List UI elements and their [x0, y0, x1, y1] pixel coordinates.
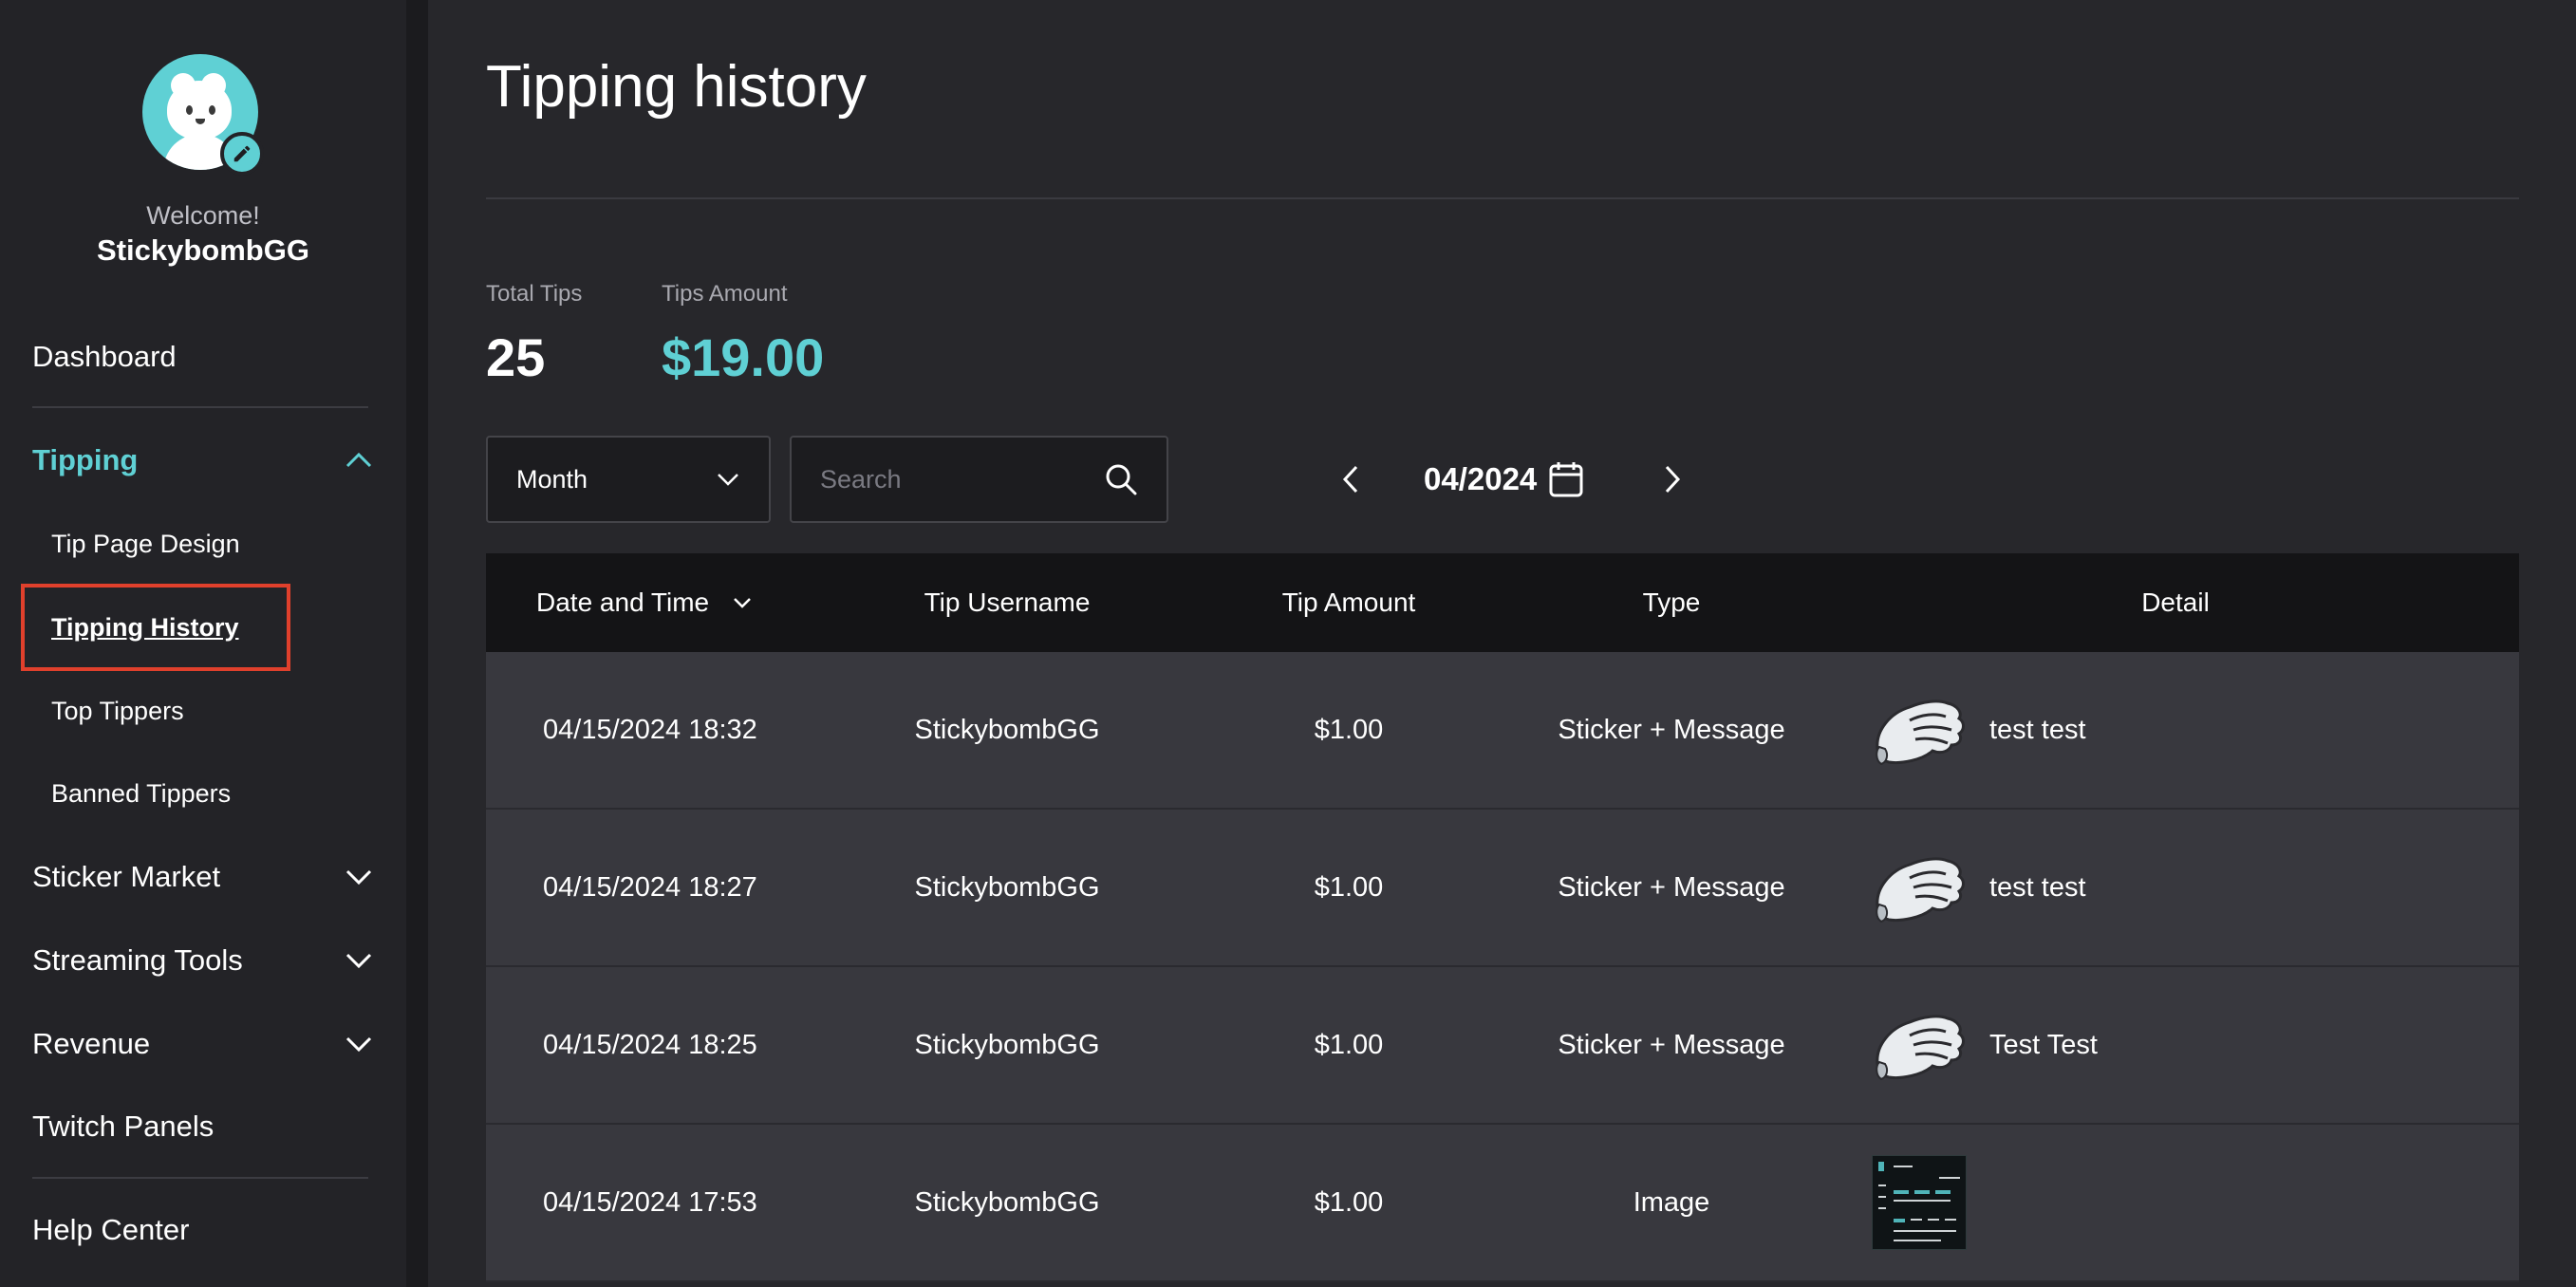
chevron-down-icon	[718, 474, 738, 486]
glove-sticker-icon[interactable]	[1872, 849, 1970, 925]
nav-dashboard[interactable]: Dashboard	[32, 333, 374, 381]
cell-detail-message: test test	[1989, 871, 2086, 903]
period-select[interactable]: Month	[486, 436, 771, 523]
cell-type: Image	[1633, 1186, 1710, 1218]
cell-detail	[1872, 1125, 1967, 1280]
nav-streaming-tools[interactable]: Streaming Tools	[32, 937, 374, 984]
cell-username: StickybombGG	[914, 714, 1100, 745]
calendar-icon[interactable]	[1548, 460, 1584, 498]
glove-sticker-icon[interactable]	[1872, 692, 1970, 768]
cell-datetime: 04/15/2024 17:53	[543, 1186, 757, 1218]
column-tip-username: Tip Username	[924, 588, 1091, 617]
sidebar: Welcome! StickybombGG Dashboard Tipping …	[0, 0, 406, 1287]
nav-banned-tippers[interactable]: Banned Tippers	[51, 773, 231, 814]
cell-type: Sticker + Message	[1558, 714, 1785, 745]
nav-streaming-tools-label: Streaming Tools	[32, 943, 243, 977]
edit-icon	[233, 145, 251, 162]
username: StickybombGG	[97, 233, 309, 267]
nav-help-center[interactable]: Help Center	[32, 1206, 374, 1254]
chevron-up-icon	[345, 452, 372, 468]
cell-datetime: 04/15/2024 18:27	[543, 871, 757, 903]
nav-tipping-history[interactable]: Tipping History	[51, 606, 239, 648]
cell-detail: Test Test	[1872, 967, 2098, 1123]
nav-twitch-panels-label: Twitch Panels	[32, 1110, 215, 1143]
search-field	[790, 436, 1168, 523]
cell-username: StickybombGG	[914, 1029, 1100, 1060]
search-input[interactable]	[820, 464, 1067, 494]
chevron-right-icon[interactable]	[1658, 463, 1687, 495]
nav-twitch-panels[interactable]: Twitch Panels	[32, 1103, 374, 1150]
table-header: Date and Time Tip Username Tip Amount Ty…	[486, 553, 2519, 652]
cell-datetime: 04/15/2024 18:32	[543, 714, 757, 745]
table-row[interactable]: 04/15/2024 18:32 StickybombGG $1.00 Stic…	[486, 652, 2519, 810]
sidebar-separator	[406, 0, 428, 1287]
search-icon[interactable]	[1104, 462, 1138, 496]
nav-sticker-market[interactable]: Sticker Market	[32, 853, 374, 901]
column-detail: Detail	[2141, 588, 2210, 617]
nav-tipping[interactable]: Tipping	[32, 437, 374, 484]
cell-datetime: 04/15/2024 18:25	[543, 1029, 757, 1060]
cell-type: Sticker + Message	[1558, 1029, 1785, 1060]
glove-sticker-icon[interactable]	[1872, 1007, 1970, 1083]
cell-amount: $1.00	[1314, 1029, 1384, 1060]
nav-divider	[32, 1177, 368, 1179]
nav-dashboard-label: Dashboard	[32, 340, 177, 373]
title-divider	[486, 197, 2519, 199]
nav-revenue-label: Revenue	[32, 1027, 151, 1060]
period-select-value: Month	[516, 464, 588, 494]
chevron-down-icon	[734, 598, 751, 608]
cell-amount: $1.00	[1314, 1186, 1384, 1218]
total-tips-value: 25	[486, 327, 546, 387]
edit-avatar-button[interactable]	[220, 132, 264, 176]
cell-amount: $1.00	[1314, 871, 1384, 903]
cell-detail: test test	[1872, 652, 2086, 808]
nav-tip-page-design[interactable]: Tip Page Design	[51, 523, 240, 565]
nav-revenue[interactable]: Revenue	[32, 1020, 374, 1068]
avatar[interactable]	[142, 54, 264, 176]
cell-type: Sticker + Message	[1558, 871, 1785, 903]
chevron-down-icon	[345, 1036, 372, 1053]
cell-detail: test test	[1872, 810, 2086, 965]
chevron-down-icon	[345, 953, 372, 969]
page-title: Tipping history	[486, 54, 867, 120]
nav-tipping-label: Tipping	[32, 443, 139, 476]
cell-detail-message: Test Test	[1989, 1029, 2098, 1060]
chevron-left-icon[interactable]	[1336, 463, 1365, 495]
welcome-text: Welcome!	[146, 201, 260, 230]
nav-top-tippers[interactable]: Top Tippers	[51, 690, 184, 732]
column-type: Type	[1642, 588, 1701, 617]
nav-divider	[32, 406, 368, 408]
chevron-down-icon	[345, 869, 372, 886]
nav-sticker-market-label: Sticker Market	[32, 860, 221, 893]
tips-amount-label: Tips Amount	[662, 281, 788, 307]
table-row[interactable]: 04/15/2024 18:27 StickybombGG $1.00 Stic…	[486, 810, 2519, 967]
cell-detail-message: test test	[1989, 714, 2086, 745]
sort-date-and-time[interactable]: Date and Time	[536, 553, 753, 652]
column-tip-amount: Tip Amount	[1281, 588, 1416, 617]
cell-username: StickybombGG	[914, 871, 1100, 903]
cell-amount: $1.00	[1314, 714, 1384, 745]
date-navigator: 04/2024	[1336, 436, 1687, 523]
column-date-and-time: Date and Time	[536, 588, 710, 617]
tips-table: Date and Time Tip Username Tip Amount Ty…	[486, 553, 2519, 1282]
image-thumbnail[interactable]	[1872, 1155, 1967, 1250]
cell-username: StickybombGG	[914, 1186, 1100, 1218]
table-row[interactable]: 04/15/2024 18:25 StickybombGG $1.00 Stic…	[486, 967, 2519, 1125]
table-row[interactable]: 04/15/2024 17:53 StickybombGG $1.00 Imag…	[486, 1125, 2519, 1282]
tips-amount-value: $19.00	[662, 327, 825, 387]
nav-help-center-label: Help Center	[32, 1213, 190, 1246]
total-tips-label: Total Tips	[486, 281, 583, 307]
current-month: 04/2024	[1424, 461, 1538, 496]
